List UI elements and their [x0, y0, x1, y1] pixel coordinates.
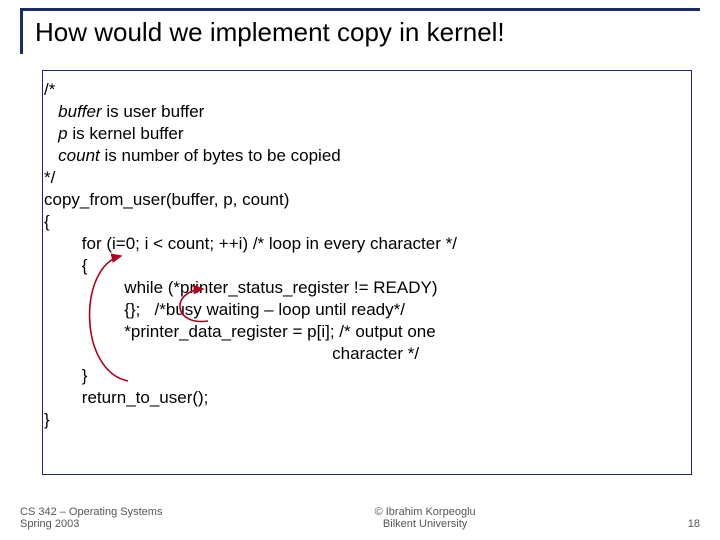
code-line: /* [44, 79, 681, 101]
text: */ [44, 168, 55, 187]
code-line: buffer is user buffer [44, 101, 681, 123]
text: { [82, 256, 88, 275]
course-code: CS 342 – Operating Systems [20, 506, 162, 518]
code-line: *printer_data_register = p[i]; /* output… [44, 321, 681, 343]
code-line: character */ [44, 343, 681, 365]
text: } [82, 366, 88, 385]
term: Spring 2003 [20, 518, 162, 530]
code-line: } [44, 409, 681, 431]
text: p [58, 124, 67, 143]
code-line: count is number of bytes to be copied [44, 145, 681, 167]
code-line: for (i=0; i < count; ++i) /* loop in eve… [44, 233, 681, 255]
text: return_to_user(); [82, 388, 209, 407]
code-line: } [44, 365, 681, 387]
page-number: 18 [688, 518, 700, 530]
code-line: return_to_user(); [44, 387, 681, 409]
text: count [58, 146, 100, 165]
text: *printer_data_register = p[i]; /* output… [124, 322, 435, 341]
text: { [44, 212, 50, 231]
footer: CS 342 – Operating Systems Spring 2003 ©… [20, 506, 700, 530]
title-inner: How would we implement copy in kernel! [20, 11, 700, 54]
code-line: copy_from_user(buffer, p, count) [44, 189, 681, 211]
text: for (i=0; i < count; ++i) /* loop in eve… [82, 234, 457, 253]
text: while (*printer_status_register != READY… [124, 278, 437, 297]
text: is kernel buffer [68, 124, 184, 143]
text: copy_from_user(buffer, p, count) [44, 190, 289, 209]
title-bar: How would we implement copy in kernel! [20, 8, 700, 54]
footer-left: CS 342 – Operating Systems Spring 2003 [20, 506, 162, 530]
text: character */ [332, 344, 419, 363]
code-line: p is kernel buffer [44, 123, 681, 145]
code-line: {}; /*busy waiting – loop until ready*/ [44, 299, 681, 321]
text: /* [44, 80, 55, 99]
code-line: */ [44, 167, 681, 189]
slide-title: How would we implement copy in kernel! [35, 17, 690, 48]
university: Bilkent University [375, 518, 476, 530]
code-line: { [44, 255, 681, 277]
text: is number of bytes to be copied [100, 146, 341, 165]
text: buffer [58, 102, 101, 121]
code-block: /* buffer is user buffer p is kernel buf… [42, 70, 692, 475]
text: } [44, 410, 50, 429]
footer-center: © Ibrahim Korpeoglu Bilkent University [375, 506, 476, 530]
text: {}; /*busy waiting – loop until ready*/ [124, 300, 405, 319]
code-line: while (*printer_status_register != READY… [44, 277, 681, 299]
text: is user buffer [102, 102, 205, 121]
copyright: © Ibrahim Korpeoglu [375, 506, 476, 518]
code-line: { [44, 211, 681, 233]
